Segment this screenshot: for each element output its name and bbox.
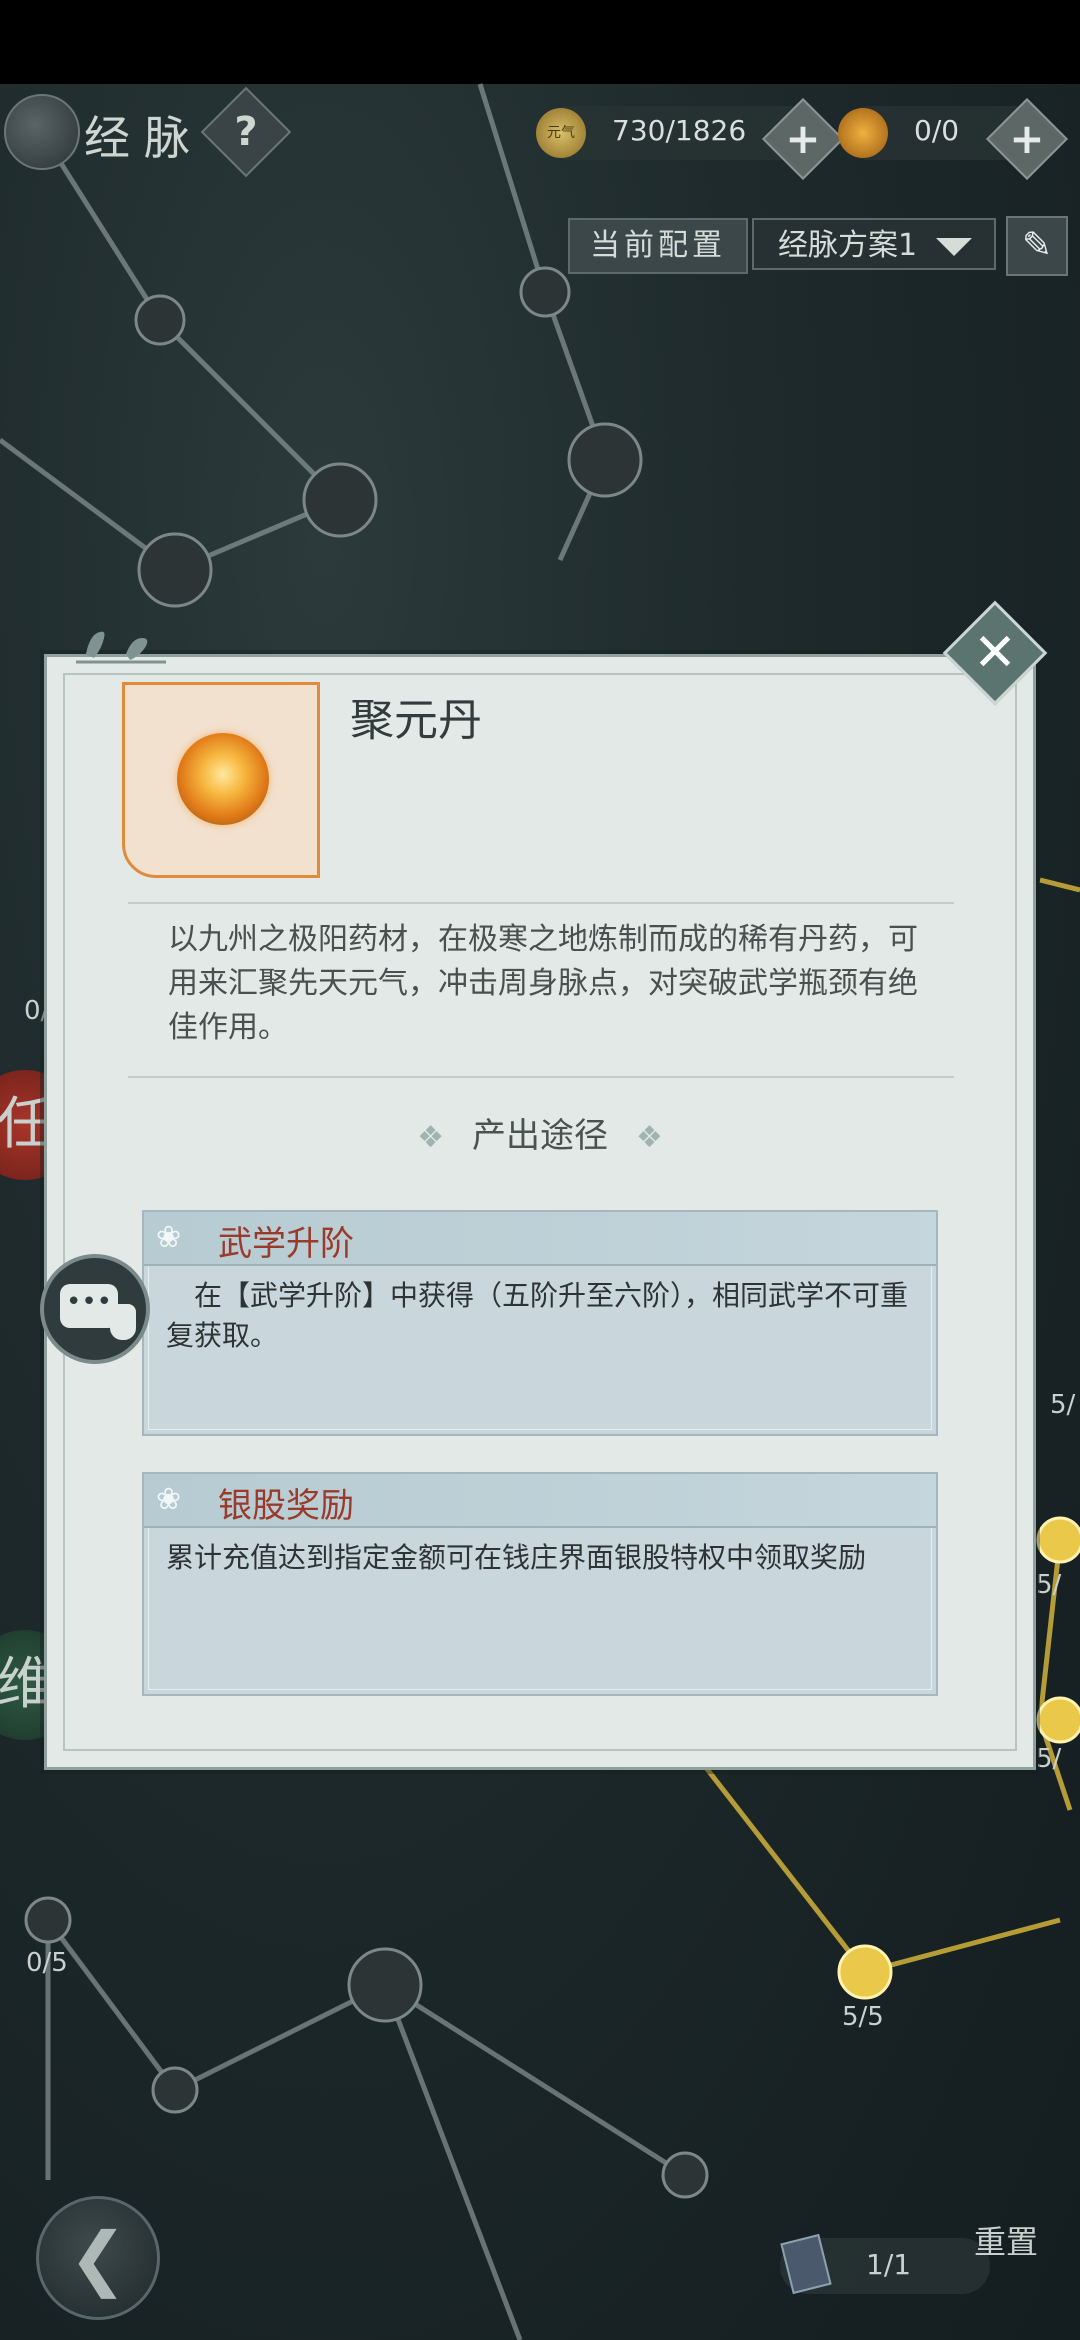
source-card-header: ❀ 武学升阶 <box>144 1212 936 1266</box>
source-card-upgrade[interactable]: ❀ 武学升阶 在【武学升阶】中获得（五阶升至六阶），相同武学不可重复获取。 <box>142 1210 938 1436</box>
yuanqi-coin-icon: 元气 <box>536 108 586 158</box>
divider <box>128 902 954 904</box>
page-title: 经脉 <box>84 111 204 165</box>
edit-plan-button[interactable]: ✎ <box>1006 216 1068 276</box>
source-card-title: 银股奖励 <box>218 1486 354 1526</box>
source-card-title: 武学升阶 <box>218 1224 354 1264</box>
birds-decoration-icon <box>76 631 166 664</box>
chat-button[interactable]: ••• <box>40 1254 150 1364</box>
source-card-body: 在【武学升阶】中获得（五阶升至六阶），相同武学不可重复获取。 <box>166 1279 909 1352</box>
map-node-label: 5/ <box>1036 1570 1062 1600</box>
back-button[interactable]: ❮ <box>36 2196 160 2320</box>
pill-coin-icon <box>838 108 888 158</box>
source-section-label: 产出途径 <box>472 1116 608 1156</box>
page-count: 1/1 <box>866 2248 912 2281</box>
menu-orb-icon[interactable] <box>4 94 80 170</box>
source-card-header: ❀ 银股奖励 <box>144 1474 936 1528</box>
map-node-label: 5/ <box>1050 1390 1076 1420</box>
item-icon-frame <box>122 682 320 878</box>
pencil-icon: ✎ <box>1021 225 1053 266</box>
back-arrow-icon: ❮ <box>68 2217 128 2299</box>
elixir-orb-icon <box>177 733 269 825</box>
source-card-silver[interactable]: ❀ 银股奖励 累计充值达到指定金额可在钱庄界面银股特权中领取奖励 <box>142 1472 938 1696</box>
close-icon: ✕ <box>973 623 1017 683</box>
map-node-label: 5/5 <box>842 2002 884 2032</box>
item-description: 以九州之极阳药材，在极寒之地炼制而成的稀有丹药，可用来汇聚先天元气，冲击周身脉点… <box>168 922 918 1045</box>
plus-icon: + <box>1009 114 1045 163</box>
diamond-deco-icon: ❖ <box>417 1120 444 1155</box>
plan-select[interactable]: 经脉方案1 <box>752 218 996 270</box>
help-button[interactable]: ? <box>200 86 292 178</box>
diamond-deco-icon: ❖ <box>636 1120 663 1155</box>
divider <box>128 1076 954 1078</box>
reset-button[interactable]: 重置 <box>958 2222 1054 2318</box>
chevron-down-icon <box>936 238 972 256</box>
question-icon: ? <box>234 109 258 155</box>
bottle-icon <box>110 1304 136 1340</box>
resource-yuanqi-value: 730/1826 <box>612 114 747 147</box>
item-name: 聚元丹 <box>350 695 482 746</box>
plan-select-value: 经脉方案1 <box>778 228 918 263</box>
map-node-label: 0/5 <box>26 1948 68 1978</box>
source-card-body: 累计充值达到指定金额可在钱庄界面银股特权中领取奖励 <box>166 1541 867 1574</box>
lotus-icon: ❀ <box>156 1482 182 1517</box>
current-config-label: 当前配置 <box>568 218 748 274</box>
source-section-title: ❖ 产出途径 ❖ <box>0 1108 1080 1157</box>
plus-icon: + <box>785 114 821 163</box>
map-node-label: 5/ <box>1036 1744 1062 1774</box>
lotus-icon: ❀ <box>156 1220 182 1255</box>
resource-pill-value: 0/0 <box>914 114 960 147</box>
top-bar: 经脉 ? 元气 730/1826 + 0/0 + <box>0 84 1080 184</box>
